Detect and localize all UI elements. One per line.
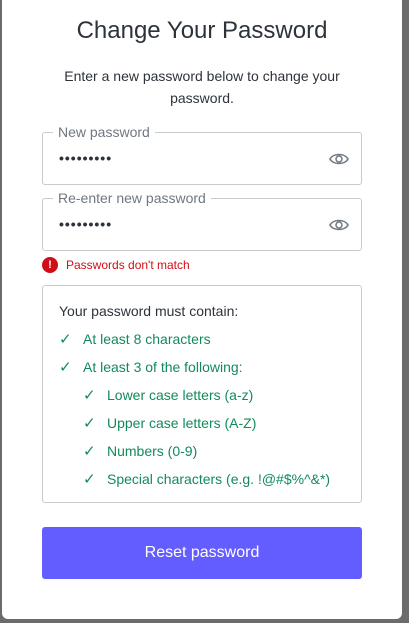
requirement-text: Special characters (e.g. !@#$%^&*) [107,471,331,487]
check-icon: ✓ [83,387,96,404]
reenter-password-field[interactable]: Re-enter new password ••••••••• [42,190,362,251]
check-icon: ✓ [59,359,72,376]
check-icon: ✓ [59,331,72,348]
page-subtitle: Enter a new password below to change you… [64,68,340,106]
requirement-item: ✓ Lower case letters (a-z) [83,386,253,404]
check-icon: ✓ [83,471,96,488]
requirement-item: ✓ Special characters (e.g. !@#$%^&*) [83,470,330,488]
error-message: Passwords don't match [66,258,190,272]
requirement-text: Numbers (0-9) [107,443,198,459]
requirement-text: At least 3 of the following: [83,359,243,375]
change-password-card: Change Your Password Enter a new passwor… [2,0,402,619]
password-requirements: Your password must contain: ✓ At least 8… [42,285,362,503]
requirement-item: ✓ At least 8 characters [59,330,211,348]
new-password-field[interactable]: New password ••••••••• [42,124,362,185]
page-title: Change Your Password [76,17,328,44]
eye-icon[interactable] [329,150,349,168]
requirement-item: ✓ Numbers (0-9) [83,442,197,460]
requirements-title: Your password must contain: [59,303,239,319]
check-icon: ✓ [83,443,96,460]
requirement-text: At least 8 characters [83,331,211,347]
requirement-text: Lower case letters (a-z) [107,387,254,403]
check-icon: ✓ [83,415,96,432]
new-password-label: New password [53,124,155,140]
requirement-item: ✓ At least 3 of the following: [59,358,243,376]
reenter-password-label: Re-enter new password [53,190,211,206]
password-mismatch-error: ! Passwords don't match [42,256,190,274]
new-password-input[interactable]: ••••••••• [59,150,112,166]
error-circle-icon: ! [42,257,58,273]
eye-icon[interactable] [329,216,349,234]
reenter-password-input[interactable]: ••••••••• [59,216,112,232]
requirement-item: ✓ Upper case letters (A-Z) [83,414,256,432]
requirement-text: Upper case letters (A-Z) [107,415,257,431]
reset-password-button[interactable]: Reset password [42,527,362,579]
